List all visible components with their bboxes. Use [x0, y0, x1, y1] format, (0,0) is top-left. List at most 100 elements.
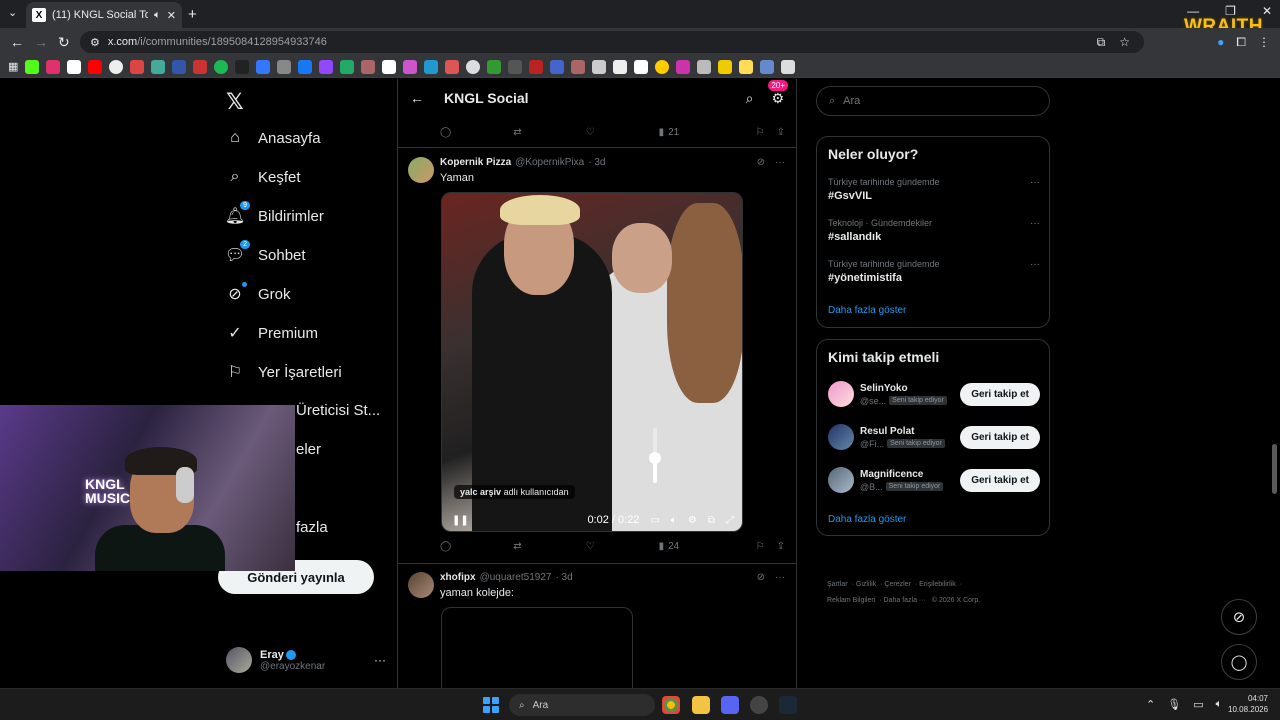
start-icon[interactable]: [483, 697, 499, 713]
bookmark-23-icon[interactable]: [676, 59, 691, 74]
footer-link[interactable]: Reklam Bilgileri: [827, 597, 875, 604]
bookmark-27-icon[interactable]: [781, 59, 796, 74]
bookmark-7-icon[interactable]: [340, 59, 355, 74]
tweet-author-handle[interactable]: @KopernikPixa: [515, 157, 584, 168]
footer-link[interactable]: Daha fazla ···: [884, 597, 926, 604]
trend-item[interactable]: Türkiye tarihinde gündemde #GsvVIL ···: [828, 177, 1040, 202]
footer-link[interactable]: Gizlilik: [856, 581, 876, 588]
bookmark-26-icon[interactable]: [760, 59, 775, 74]
reply-icon[interactable]: ◯: [440, 127, 451, 138]
bookmark-11-icon[interactable]: [424, 59, 439, 74]
bookmark-8-icon[interactable]: [361, 59, 376, 74]
apps-icon[interactable]: ▦: [8, 60, 18, 73]
bookmark-10-icon[interactable]: [403, 59, 418, 74]
share-icon[interactable]: ⇪: [777, 541, 785, 552]
close-tab-icon[interactable]: ✕: [167, 9, 176, 22]
captions-icon[interactable]: ▭: [650, 515, 659, 526]
install-app-icon[interactable]: ⧉: [1097, 35, 1106, 50]
tweet-avatar[interactable]: [408, 572, 434, 598]
bookmark-20-icon[interactable]: [613, 59, 628, 74]
tweet-author-name[interactable]: xhofipx: [440, 572, 476, 583]
bookmark-4-icon[interactable]: [235, 59, 250, 74]
nav-more[interactable]: fazla: [296, 519, 328, 536]
trend-item[interactable]: Teknoloji · Gündemdekiler #sallandık ···: [828, 218, 1040, 243]
bookmark-16-icon[interactable]: [529, 59, 544, 74]
nav-creator-studio[interactable]: Üreticisi St...: [296, 402, 380, 419]
bookmark-21-icon[interactable]: [634, 59, 649, 74]
taskbar-search[interactable]: ⌕ Ara: [509, 694, 655, 716]
grok-tweet-icon[interactable]: ⊘: [757, 157, 765, 168]
footer-link[interactable]: Şartlar: [827, 581, 848, 588]
bookmark-tweet-icon[interactable]: ⚐: [756, 541, 765, 552]
nav-notifications[interactable]: 🔔︎ 9 Bildirimler: [225, 201, 324, 225]
page-scrollbar[interactable]: [1272, 444, 1277, 494]
nav-lists[interactable]: eler: [296, 441, 321, 458]
tweet-author-name[interactable]: Kopernik Pizza: [440, 157, 511, 168]
extensions-icon[interactable]: ⧠: [1236, 35, 1246, 50]
bookmark-13-icon[interactable]: [466, 59, 481, 74]
bookmark-6-icon[interactable]: [277, 59, 292, 74]
follow-suggestion[interactable]: Resul Polat @Fi... Seni takip ediyor Geri…: [828, 422, 1040, 452]
follow-show-more[interactable]: Daha fazla göster: [828, 514, 906, 525]
bookmark-folder-icon[interactable]: [739, 59, 754, 74]
new-tab-icon[interactable]: +: [188, 6, 197, 23]
video-settings-icon[interactable]: ⚙︎: [688, 515, 697, 526]
trend-more-icon[interactable]: ···: [1030, 177, 1040, 188]
nav-chat[interactable]: 💬︎ 2 Sohbet: [225, 240, 306, 264]
bookmark-gmail-icon[interactable]: [130, 59, 145, 74]
header-settings-icon[interactable]: ⚙︎: [771, 90, 784, 107]
views-stat[interactable]: ▮ 21: [659, 127, 680, 138]
more-icon[interactable]: ···: [775, 572, 785, 583]
bookmark-google-icon[interactable]: [109, 59, 124, 74]
bookmark-kick-icon[interactable]: [25, 59, 40, 74]
trends-show-more[interactable]: Daha fazla göster: [828, 305, 906, 316]
close-window-icon[interactable]: ✕: [1262, 4, 1272, 18]
url-field[interactable]: ⚙︎ x.com/i/communities/18950841289549337…: [80, 31, 1144, 53]
steam-taskbar-icon[interactable]: [779, 696, 797, 714]
trend-more-icon[interactable]: ···: [1030, 259, 1040, 270]
bookmark-x-icon[interactable]: [67, 59, 82, 74]
video-player[interactable]: yalc arşiv adlı kullanıcıdan ❚❚ 0:02 / 0…: [441, 192, 743, 532]
follow-suggestion[interactable]: SelinYoko @se... Seni takip ediyor Geri t…: [828, 379, 1040, 409]
follow-back-button[interactable]: Geri takip et: [960, 468, 1040, 492]
bookmark-22-icon[interactable]: [655, 59, 670, 74]
like-icon[interactable]: ♡: [586, 541, 595, 552]
like-icon[interactable]: ♡: [586, 127, 595, 138]
back-arrow-icon[interactable]: ←: [410, 90, 424, 106]
follow-back-button[interactable]: Geri takip et: [960, 425, 1040, 449]
bookmark-18-icon[interactable]: [571, 59, 586, 74]
x-logo-icon[interactable]: 𝕏: [226, 89, 244, 115]
forward-icon[interactable]: →: [34, 34, 48, 50]
tray-volume-icon[interactable]: 🔈︎: [1216, 698, 1223, 711]
retweet-icon[interactable]: ⇄: [513, 541, 521, 552]
retweet-icon[interactable]: ⇄: [513, 127, 521, 138]
tweet-time[interactable]: · 3d: [588, 157, 605, 168]
chrome-taskbar-icon[interactable]: [662, 696, 680, 714]
bookmark-tweet-icon[interactable]: ⚐: [756, 127, 765, 138]
footer-link[interactable]: Erişilebilirlik: [919, 581, 956, 588]
site-info-icon[interactable]: ⚙︎: [90, 36, 100, 49]
tweet-time[interactable]: · 3d: [555, 572, 572, 583]
nav-bookmarks[interactable]: ⚐ Yer İşaretleri: [226, 363, 342, 382]
nav-grok[interactable]: ⊘ Grok: [226, 282, 291, 303]
volume-slider[interactable]: [649, 428, 661, 483]
nav-home[interactable]: ⌂ Anasayfa: [226, 129, 320, 147]
trend-item[interactable]: Türkiye tarihinde gündemde #yönetimistif…: [828, 259, 1040, 284]
share-icon[interactable]: ⇪: [777, 127, 785, 138]
back-icon[interactable]: ←: [10, 34, 24, 50]
profile-ext-icon[interactable]: ●: [1217, 35, 1224, 50]
follow-suggestion[interactable]: Magnificence @B... Seni takip ediyor Geri…: [828, 465, 1040, 495]
bookmark-1-icon[interactable]: [151, 59, 166, 74]
grok-tweet-icon[interactable]: ⊘: [757, 572, 765, 583]
bookmark-spotify-icon[interactable]: [214, 59, 229, 74]
fullscreen-icon[interactable]: ⤢: [726, 515, 734, 526]
header-search-icon[interactable]: ⌕: [746, 90, 754, 107]
views-stat[interactable]: ▮ 24: [659, 541, 680, 552]
grok-fab-icon[interactable]: ⊘: [1221, 599, 1257, 635]
browser-tab[interactable]: X (11) KNGL Social Topluluk / 🔈︎ ✕: [26, 2, 182, 28]
explorer-taskbar-icon[interactable]: [692, 696, 710, 714]
tweet-author-handle[interactable]: @uquaret51927: [480, 572, 552, 583]
bookmark-star-icon[interactable]: ☆: [1119, 35, 1130, 50]
volume-icon[interactable]: 🔈︎: [671, 515, 677, 526]
discord-taskbar-icon[interactable]: [721, 696, 739, 714]
